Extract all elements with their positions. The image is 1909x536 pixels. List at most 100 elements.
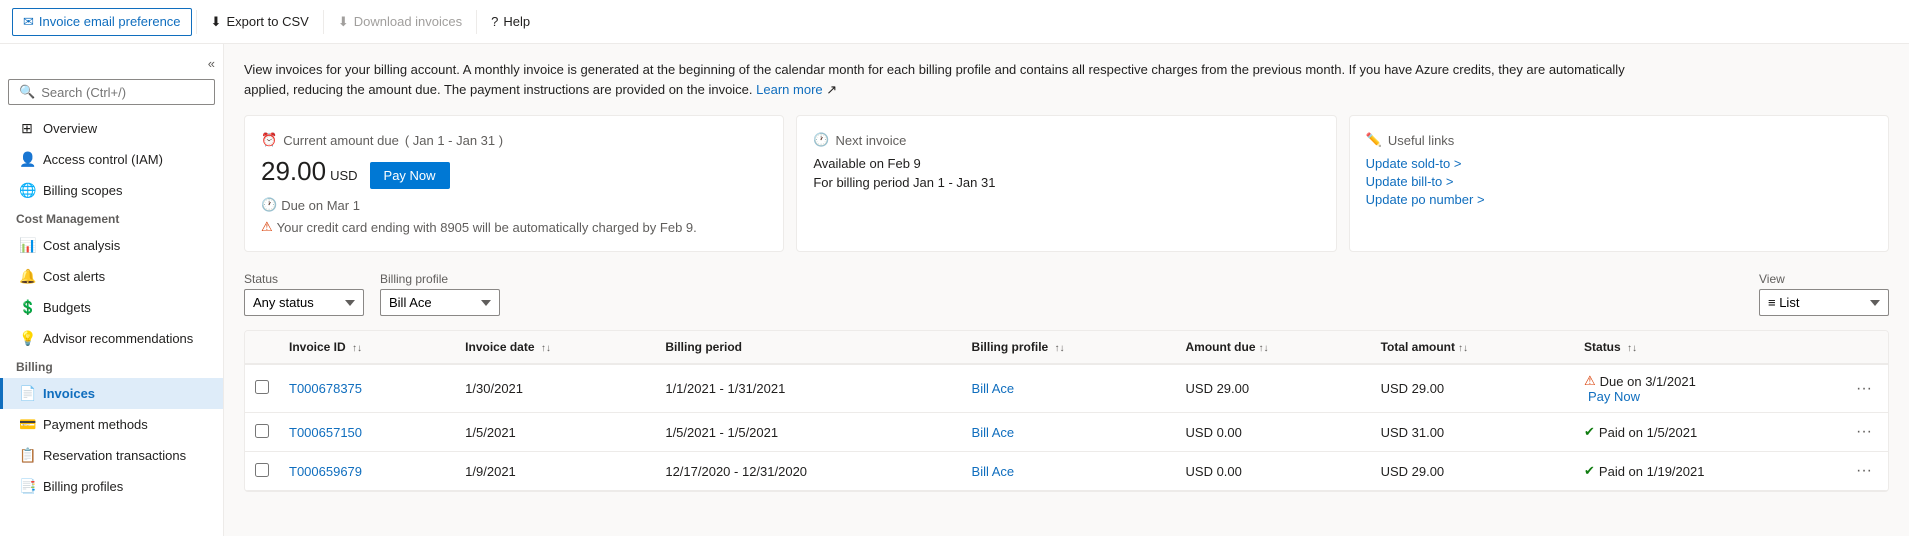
download-icon: ⬇ [211, 14, 222, 30]
th-invoice-date[interactable]: Invoice date ↑↓ [455, 331, 655, 364]
status-filter-select[interactable]: Any status Due Paid Void [244, 289, 364, 316]
clock-icon: 🕐 [261, 197, 277, 213]
th-invoice-id[interactable]: Invoice ID ↑↓ [279, 331, 455, 364]
next-invoice-icon: 🕐 [813, 132, 829, 148]
payment-methods-icon: 💳 [19, 416, 35, 433]
cost-alerts-icon: 🔔 [19, 268, 35, 285]
help-button[interactable]: ? Help [481, 9, 540, 34]
more-actions-button-2[interactable]: ··· [1850, 460, 1878, 482]
table-row: T000659679 1/9/2021 12/17/2020 - 12/31/2… [245, 452, 1888, 491]
main-layout: « 🔍 ⊞ Overview 👤 Access control (IAM) 🌐 … [0, 44, 1909, 536]
search-icon: 🔍 [19, 84, 35, 100]
sidebar-item-overview[interactable]: ⊞ Overview [0, 113, 223, 144]
td-invoice-date-0: 1/30/2021 [455, 364, 655, 413]
td-invoice-id-1: T000657150 [279, 413, 455, 452]
td-billing-profile-1: Bill Ace [962, 413, 1176, 452]
td-billing-profile-2: Bill Ace [962, 452, 1176, 491]
td-more-1: ··· [1840, 413, 1888, 452]
sidebar-item-label: Payment methods [43, 417, 148, 432]
sidebar-item-invoices[interactable]: 📄 Invoices [0, 378, 223, 409]
td-status-0: ⚠Due on 3/1/2021Pay Now [1574, 364, 1840, 413]
td-amount-due-2: USD 0.00 [1176, 452, 1371, 491]
row-checkbox-2[interactable] [255, 463, 269, 477]
sidebar-item-budgets[interactable]: 💲 Budgets [0, 292, 223, 323]
billing-profile-link-2[interactable]: Bill Ace [972, 464, 1015, 479]
table-row: T000678375 1/30/2021 1/1/2021 - 1/31/202… [245, 364, 1888, 413]
view-select[interactable]: ≡ List Grid [1759, 289, 1889, 316]
update-po-number-link[interactable]: Update po number > [1366, 192, 1872, 207]
td-total-amount-1: USD 31.00 [1371, 413, 1574, 452]
sidebar-item-label: Cost alerts [43, 269, 105, 284]
sidebar-search-container[interactable]: 🔍 [8, 79, 215, 105]
billing-profile-link-1[interactable]: Bill Ace [972, 425, 1015, 440]
learn-more-link[interactable]: Learn more [756, 82, 822, 97]
warning-icon-card: ⚠ [261, 219, 273, 235]
export-csv-button[interactable]: ⬇ Export to CSV [201, 9, 319, 35]
next-invoice-available: Available on Feb 9 [813, 156, 1319, 171]
th-status[interactable]: Status ↑↓ [1574, 331, 1840, 364]
th-billing-period: Billing period [655, 331, 961, 364]
billing-section-label: Billing [0, 354, 223, 378]
td-more-0: ··· [1840, 364, 1888, 413]
th-billing-profile[interactable]: Billing profile ↑↓ [962, 331, 1176, 364]
overview-icon: ⊞ [19, 120, 35, 137]
next-invoice-card: 🕐 Next invoice Available on Feb 9 For bi… [796, 115, 1336, 252]
download-invoices-button[interactable]: ⬇ Download invoices [328, 9, 472, 35]
td-checkbox-0[interactable] [245, 364, 279, 413]
next-invoice-period: For billing period Jan 1 - Jan 31 [813, 175, 1319, 190]
invoices-icon: 📄 [19, 385, 35, 402]
td-invoice-id-0: T000678375 [279, 364, 455, 413]
sidebar-item-billing-scopes[interactable]: 🌐 Billing scopes [0, 175, 223, 206]
update-sold-to-link[interactable]: Update sold-to > [1366, 156, 1872, 171]
current-amount-value: 29.00 [261, 156, 326, 187]
sidebar-item-cost-alerts[interactable]: 🔔 Cost alerts [0, 261, 223, 292]
status-filter-label: Status [244, 272, 364, 286]
invoice-email-pref-button[interactable]: ✉ Invoice email preference [12, 8, 192, 36]
collapse-button[interactable]: « [0, 52, 223, 75]
billing-profiles-icon: 📑 [19, 478, 35, 495]
sidebar-item-payment-methods[interactable]: 💳 Payment methods [0, 409, 223, 440]
th-total-amount[interactable]: Total amount↑↓ [1371, 331, 1574, 364]
td-status-1: ✔Paid on 1/5/2021 [1574, 413, 1840, 452]
sidebar-item-cost-analysis[interactable]: 📊 Cost analysis [0, 230, 223, 261]
td-checkbox-1[interactable] [245, 413, 279, 452]
more-actions-button-1[interactable]: ··· [1850, 421, 1878, 443]
sidebar-item-reservation-transactions[interactable]: 📋 Reservation transactions [0, 440, 223, 471]
email-icon: ✉ [23, 14, 34, 30]
sidebar: « 🔍 ⊞ Overview 👤 Access control (IAM) 🌐 … [0, 44, 224, 536]
billing-profile-link-0[interactable]: Bill Ace [972, 381, 1015, 396]
download-invoices-label: Download invoices [354, 14, 462, 29]
th-checkbox [245, 331, 279, 364]
pay-now-link-0[interactable]: Pay Now [1588, 389, 1640, 404]
invoice-id-link-2[interactable]: T000659679 [289, 464, 362, 479]
th-amount-due[interactable]: Amount due↑↓ [1176, 331, 1371, 364]
row-checkbox-0[interactable] [255, 380, 269, 394]
td-checkbox-2[interactable] [245, 452, 279, 491]
invoice-id-link-1[interactable]: T000657150 [289, 425, 362, 440]
td-billing-period-1: 1/5/2021 - 1/5/2021 [655, 413, 961, 452]
help-icon: ? [491, 14, 498, 29]
billing-profile-filter-select[interactable]: Bill Ace [380, 289, 500, 316]
pay-now-button-card[interactable]: Pay Now [370, 162, 450, 189]
status-due: ⚠Due on 3/1/2021 [1584, 373, 1830, 389]
sidebar-item-access-control[interactable]: 👤 Access control (IAM) [0, 144, 223, 175]
row-checkbox-1[interactable] [255, 424, 269, 438]
invoices-table: Invoice ID ↑↓ Invoice date ↑↓ Billing pe… [245, 331, 1888, 491]
search-input[interactable] [41, 85, 204, 100]
invoice-id-link-0[interactable]: T000678375 [289, 381, 362, 396]
reservation-transactions-icon: 📋 [19, 447, 35, 464]
budgets-icon: 💲 [19, 299, 35, 316]
page-description: View invoices for your billing account. … [244, 60, 1644, 99]
sidebar-item-label: Budgets [43, 300, 91, 315]
card-due-date: 🕐 Due on Mar 1 [261, 197, 767, 213]
check-icon: ✔ [1584, 463, 1595, 479]
invoice-email-pref-label: Invoice email preference [39, 14, 181, 29]
cost-management-section-label: Cost Management [0, 206, 223, 230]
td-billing-profile-0: Bill Ace [962, 364, 1176, 413]
sidebar-item-billing-profiles[interactable]: 📑 Billing profiles [0, 471, 223, 502]
sidebar-item-advisor-recommendations[interactable]: 💡 Advisor recommendations [0, 323, 223, 354]
warning-icon: ⚠ [1584, 373, 1596, 389]
more-actions-button-0[interactable]: ··· [1850, 378, 1878, 400]
useful-links-card: ✏️ Useful links Update sold-to > Update … [1349, 115, 1889, 252]
update-bill-to-link[interactable]: Update bill-to > [1366, 174, 1872, 189]
